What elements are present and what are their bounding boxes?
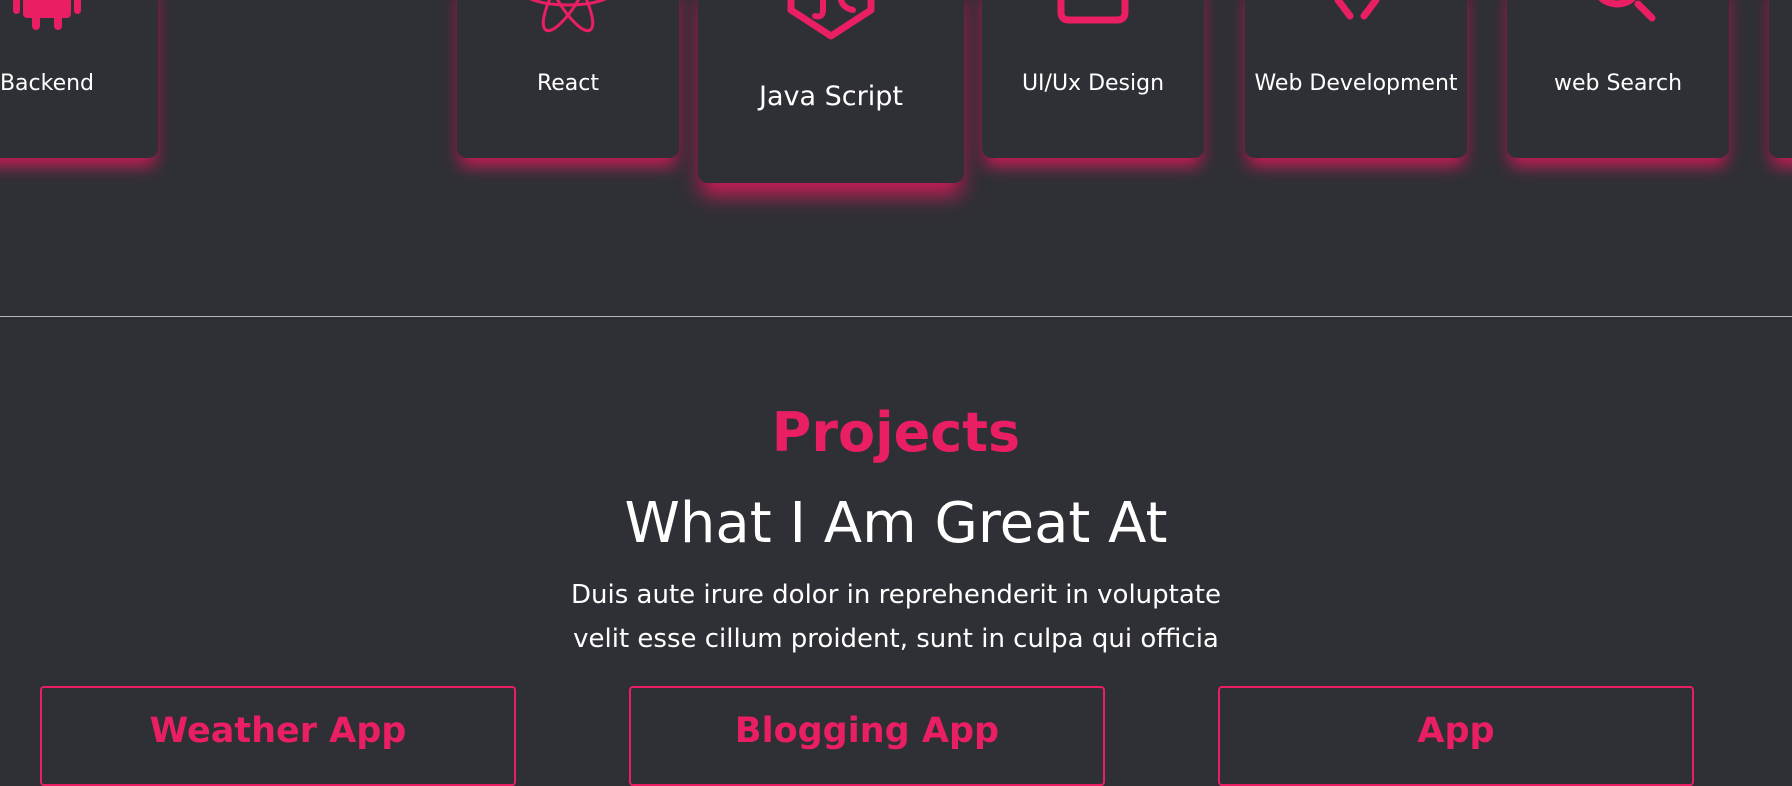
skill-label-web-development: Web Development [1254,71,1458,96]
skill-label-react: React [536,71,600,96]
section-divider [0,316,1792,317]
skill-card-offscreen[interactable] [1769,0,1792,158]
project-title: Weather App [149,711,407,751]
skill-card-backend[interactable]: Backend [0,0,158,158]
project-card-blogging-app[interactable]: Blogging App [629,686,1105,786]
projects-description: Duis aute irure dolor in reprehenderit i… [571,580,1221,654]
skill-label-web-search: web Search [1553,71,1683,96]
code-icon [1308,0,1404,40]
android-icon [0,0,95,40]
design-frame-icon [1045,0,1141,40]
project-card-weather-app[interactable]: Weather App [40,686,516,786]
projects-title: Projects [771,401,1021,464]
skill-label-backend: Backend [0,71,95,96]
skill-label-javascript: Java Script [759,81,903,112]
skill-card-javascript[interactable]: Java Script [698,0,964,183]
skill-label-uiux-design: UI/Ux Design [1021,71,1165,96]
skills-carousel: Backend React Java Script UI/Ux Design W… [0,0,1792,315]
javascript-icon [783,0,879,40]
react-icon [520,0,616,40]
project-title: App [1417,711,1495,751]
skill-card-web-development[interactable]: Web Development [1245,0,1467,158]
skill-card-react[interactable]: React [457,0,679,158]
skill-card-uiux-design[interactable]: UI/Ux Design [982,0,1204,158]
project-title: Blogging App [734,711,1000,751]
projects-subtitle: What I Am Great At [624,491,1168,556]
search-icon [1570,0,1666,40]
skill-card-web-search[interactable]: web Search [1507,0,1729,158]
project-card-app[interactable]: App [1218,686,1694,786]
